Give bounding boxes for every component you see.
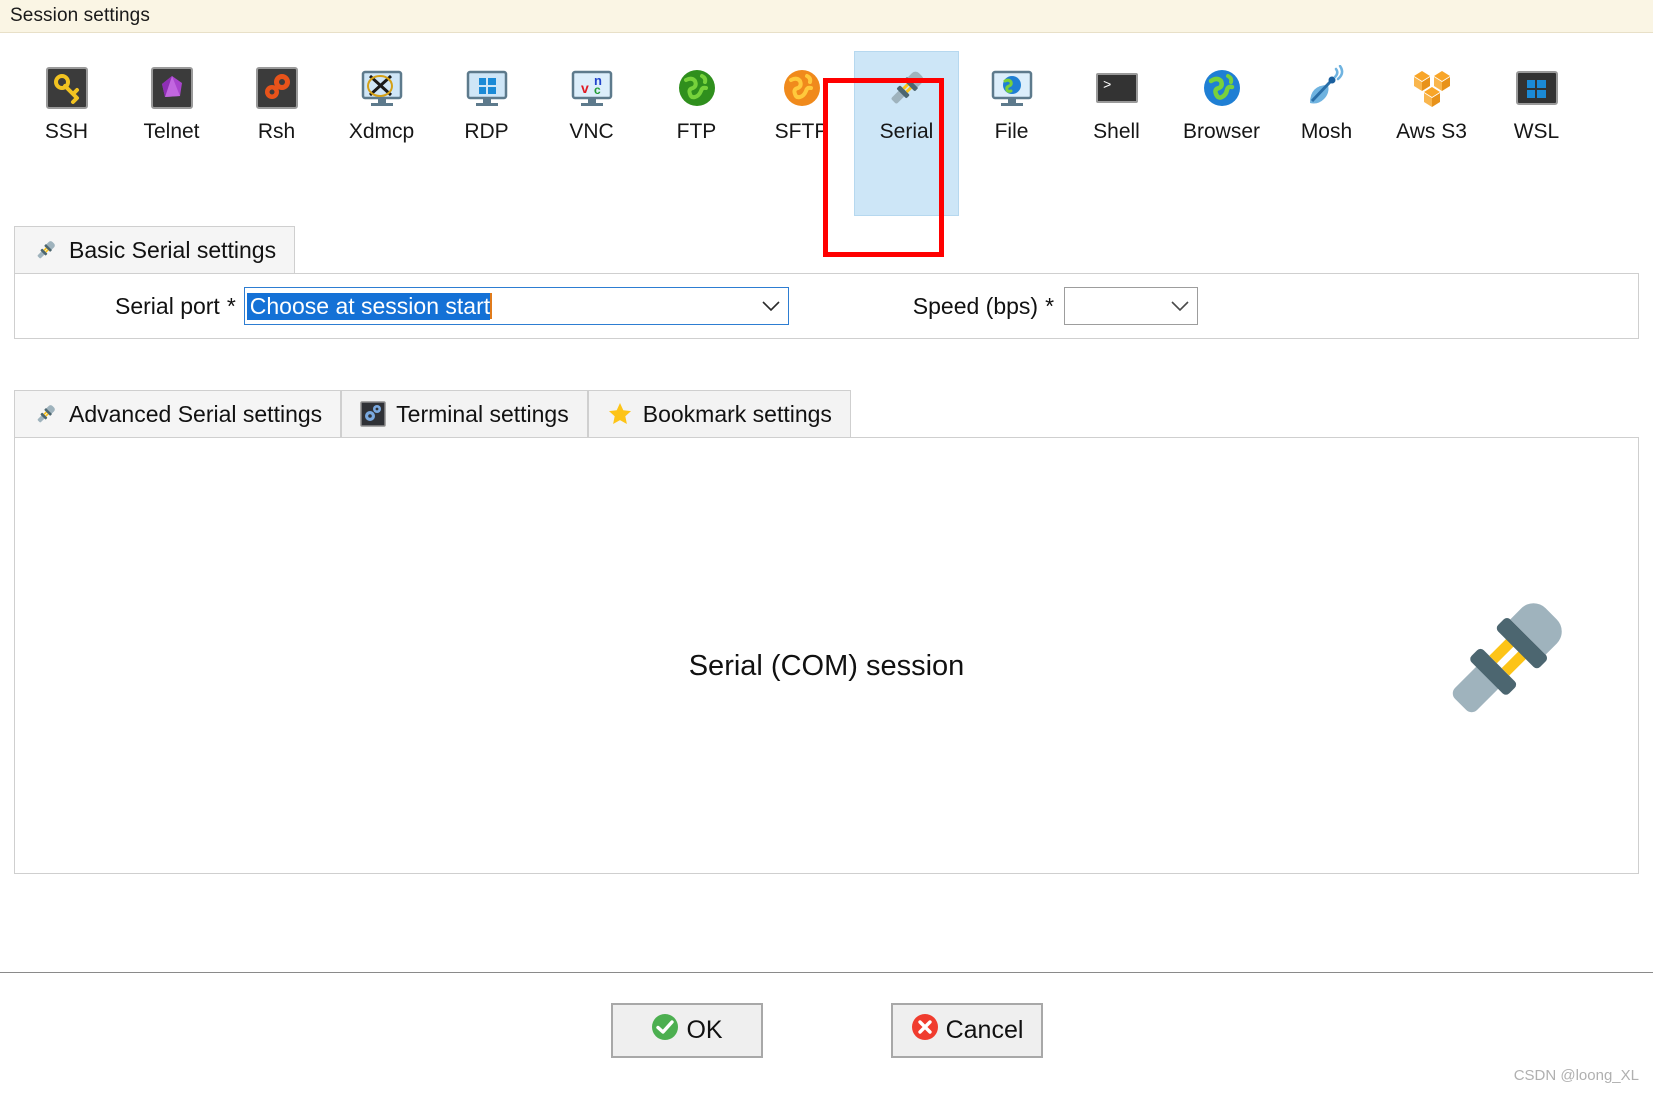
dialog-footer: OK Cancel CSDN @loong_XL [0, 972, 1653, 1094]
session-type-label: WSL [1513, 120, 1560, 143]
session-type-label: File [994, 120, 1029, 143]
star-icon [607, 401, 633, 427]
ok-button[interactable]: OK [610, 1003, 763, 1058]
cancel-button[interactable]: Cancel [890, 1003, 1043, 1058]
tab-label: Terminal settings [396, 400, 569, 427]
tab-advanced-serial-settings[interactable]: Advanced Serial settings [14, 390, 342, 437]
session-type-label: Mosh [1300, 120, 1353, 143]
basic-settings-tabstrip: Basic Serial settings [14, 226, 1639, 273]
windows-logo-icon [1511, 62, 1563, 114]
chevron-down-icon[interactable] [754, 288, 788, 324]
tab-label: Advanced Serial settings [69, 400, 323, 427]
session-type-label: FTP [676, 120, 717, 143]
gears-icon [251, 62, 303, 114]
windows-monitor-icon [461, 62, 513, 114]
session-type-sftp[interactable]: SFTP [749, 51, 854, 163]
serial-port-required-marker: * [226, 292, 236, 319]
session-type-xdmcp[interactable]: Xdmcp [329, 51, 434, 163]
plug-icon [1432, 583, 1582, 738]
basic-serial-settings-panel: Serial port * Choose at session start Sp… [14, 273, 1639, 339]
x-monitor-icon [356, 62, 408, 114]
tab-basic-serial-settings[interactable]: Basic Serial settings [14, 226, 296, 273]
globe-monitor-icon [986, 62, 1038, 114]
tab-label: Basic Serial settings [69, 236, 277, 263]
gem-icon [146, 62, 198, 114]
window-titlebar: Session settings [0, 0, 1653, 33]
plug-icon [33, 401, 59, 427]
session-type-label: SFTP [774, 120, 829, 143]
watermark-text: CSDN @loong_XL [1513, 1067, 1639, 1084]
x-circle-icon [910, 1012, 940, 1049]
vnc-monitor-icon: vnc [566, 62, 618, 114]
ok-button-label: OK [686, 1016, 723, 1044]
session-type-label: Serial [879, 120, 934, 143]
session-type-wsl[interactable]: WSL [1484, 51, 1589, 163]
session-type-label: Telnet [143, 120, 200, 143]
session-type-label: VNC [569, 120, 614, 143]
session-type-label: Browser [1182, 120, 1261, 143]
session-type-label: Shell [1093, 120, 1140, 143]
session-type-label: SSH [44, 120, 89, 143]
aws-cubes-icon [1406, 62, 1458, 114]
serial-port-label: Serial port [115, 292, 220, 319]
key-icon [41, 62, 93, 114]
serial-port-value-text[interactable]: Choose at session start [245, 292, 754, 320]
session-type-browser[interactable]: Browser [1169, 51, 1274, 163]
plug-icon [33, 237, 59, 263]
gears-dark-icon [360, 401, 386, 427]
tab-terminal-settings[interactable]: Terminal settings [341, 390, 588, 437]
session-type-serial[interactable]: Serial [854, 51, 959, 216]
tab-bookmark-settings[interactable]: Bookmark settings [587, 390, 851, 437]
check-circle-icon [650, 1012, 680, 1049]
svg-text:c: c [594, 83, 601, 97]
session-type-label: RDP [464, 120, 509, 143]
session-type-caption: Serial (COM) session [688, 650, 965, 682]
chevron-down-icon[interactable] [1163, 288, 1197, 324]
session-type-mosh[interactable]: Mosh [1274, 51, 1379, 163]
blue-globe-icon [1196, 62, 1248, 114]
session-type-rsh[interactable]: Rsh [224, 51, 329, 163]
session-type-ssh[interactable]: SSH [14, 51, 119, 163]
terminal-prompt-icon: > [1091, 62, 1143, 114]
session-type-vnc[interactable]: vnc VNC [539, 51, 644, 163]
session-type-ftp[interactable]: FTP [644, 51, 749, 163]
session-type-shell[interactable]: > Shell [1064, 51, 1169, 163]
orange-globe-icon [776, 62, 828, 114]
speed-combobox[interactable] [1064, 287, 1199, 325]
advanced-settings-tabstrip: Advanced Serial settings Terminal settin… [14, 387, 1639, 437]
speed-required-marker: * [1045, 292, 1055, 319]
cancel-button-label: Cancel [945, 1016, 1024, 1044]
session-type-label: Rsh [257, 120, 296, 143]
plug-icon [881, 62, 933, 114]
session-type-rdp[interactable]: RDP [434, 51, 539, 163]
session-type-file[interactable]: File [959, 51, 1064, 163]
svg-text:>: > [1103, 78, 1111, 94]
speed-label: Speed (bps) [912, 292, 1039, 319]
tab-label: Bookmark settings [642, 400, 832, 427]
satellite-dish-icon [1301, 62, 1353, 114]
advanced-settings-panel: Serial (COM) session [14, 437, 1639, 874]
session-type-telnet[interactable]: Telnet [119, 51, 224, 163]
serial-port-selected-value: Choose at session start [246, 292, 491, 320]
session-type-label: Aws S3 [1396, 120, 1467, 143]
text-caret [490, 292, 493, 319]
session-type-toolbar: SSH Telnet Rsh Xdmcp RDP vnc VNC FTP SFT… [0, 33, 1653, 257]
serial-port-combobox[interactable]: Choose at session start [243, 287, 789, 325]
window-title: Session settings [10, 5, 150, 26]
session-type-label: Xdmcp [348, 120, 415, 143]
session-type-aws-s3[interactable]: Aws S3 [1379, 51, 1484, 163]
svg-text:v: v [581, 80, 589, 96]
green-globe-icon [671, 62, 723, 114]
